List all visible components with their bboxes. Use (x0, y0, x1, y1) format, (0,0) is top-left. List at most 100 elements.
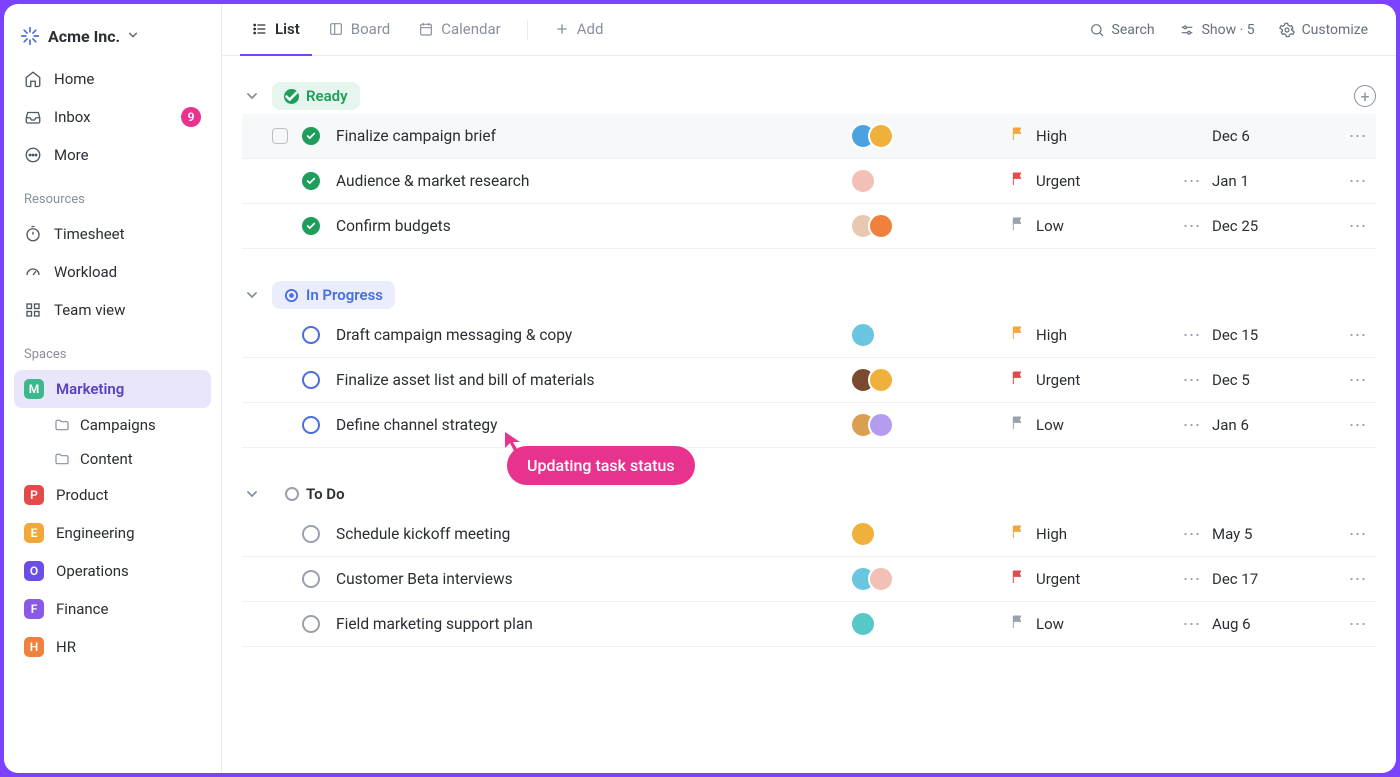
avatar[interactable] (850, 611, 876, 637)
due-cell[interactable]: ⋯ Dec 25 (1180, 216, 1340, 237)
nav-inbox[interactable]: Inbox 9 (14, 98, 211, 136)
task-title[interactable]: Schedule kickoff meeting (336, 525, 850, 543)
assignees[interactable] (850, 123, 1010, 149)
add-task-button[interactable]: + (1354, 85, 1376, 107)
due-cell[interactable]: ⋯ Jan 6 (1180, 415, 1340, 436)
task-row[interactable]: Confirm budgets Low ⋯ Dec 25 ⋯ (242, 204, 1376, 249)
priority-cell[interactable]: Low (1010, 415, 1180, 435)
task-title[interactable]: Finalize campaign brief (336, 127, 850, 145)
row-more-button[interactable]: ⋯ (1340, 569, 1376, 590)
due-cell[interactable]: ⋯ Dec 15 (1180, 325, 1340, 346)
space-item-hr[interactable]: H HR (14, 628, 211, 666)
row-more-button[interactable]: ⋯ (1340, 614, 1376, 635)
task-status-icon[interactable] (302, 570, 320, 588)
row-more-button[interactable]: ⋯ (1340, 370, 1376, 391)
task-status-icon[interactable] (302, 525, 320, 543)
nav-home[interactable]: Home (14, 60, 211, 98)
nav-teamview[interactable]: Team view (14, 291, 211, 329)
assignees[interactable] (850, 367, 1010, 393)
checkbox[interactable] (272, 128, 288, 144)
avatar[interactable] (868, 367, 894, 393)
row-more-button[interactable]: ⋯ (1340, 126, 1376, 147)
view-tab-calendar[interactable]: Calendar (406, 4, 513, 56)
task-status-icon[interactable] (302, 371, 320, 389)
task-status-icon[interactable] (302, 416, 320, 434)
assignees[interactable] (850, 322, 1010, 348)
view-tab-board[interactable]: Board (316, 4, 402, 56)
task-title[interactable]: Field marketing support plan (336, 615, 850, 633)
assignees[interactable] (850, 412, 1010, 438)
space-item-operations[interactable]: O Operations (14, 552, 211, 590)
collapse-icon[interactable] (242, 484, 262, 504)
avatar[interactable] (850, 521, 876, 547)
priority-cell[interactable]: High (1010, 524, 1180, 544)
task-status-icon[interactable] (302, 217, 320, 235)
space-item-product[interactable]: P Product (14, 476, 211, 514)
avatar[interactable] (850, 322, 876, 348)
task-row[interactable]: Define channel strategy Low ⋯ Jan 6 ⋯ (242, 403, 1376, 448)
status-chip[interactable]: To Do (272, 480, 357, 508)
status-chip[interactable]: In Progress (272, 281, 395, 309)
priority-cell[interactable]: Urgent (1010, 569, 1180, 589)
task-title[interactable]: Draft campaign messaging & copy (336, 326, 850, 344)
avatar[interactable] (868, 123, 894, 149)
priority-cell[interactable]: High (1010, 325, 1180, 345)
priority-cell[interactable]: High (1010, 126, 1180, 146)
assignees[interactable] (850, 611, 1010, 637)
collapse-icon[interactable] (242, 285, 262, 305)
avatar[interactable] (868, 566, 894, 592)
task-title[interactable]: Audience & market research (336, 172, 850, 190)
search-action[interactable]: Search (1079, 12, 1165, 48)
status-chip[interactable]: Ready (272, 82, 360, 110)
due-cell[interactable]: ⋯ Dec 17 (1180, 569, 1340, 590)
assignees[interactable] (850, 566, 1010, 592)
workspace-switcher[interactable]: Acme Inc. (14, 18, 211, 60)
due-cell[interactable]: ⋯ Aug 6 (1180, 614, 1340, 635)
priority-cell[interactable]: Urgent (1010, 171, 1180, 191)
row-more-button[interactable]: ⋯ (1340, 415, 1376, 436)
collapse-icon[interactable] (242, 86, 262, 106)
nav-workload[interactable]: Workload (14, 253, 211, 291)
due-cell[interactable]: ⋯ May 5 (1180, 524, 1340, 545)
row-more-button[interactable]: ⋯ (1340, 216, 1376, 237)
task-status-icon[interactable] (302, 172, 320, 190)
avatar[interactable] (850, 168, 876, 194)
task-row[interactable]: Field marketing support plan Low ⋯ Aug 6… (242, 602, 1376, 647)
assignees[interactable] (850, 521, 1010, 547)
task-row[interactable]: Schedule kickoff meeting High ⋯ May 5 ⋯ (242, 512, 1376, 557)
view-add[interactable]: Add (542, 4, 616, 56)
folder-item-campaigns[interactable]: Campaigns (14, 408, 211, 442)
priority-cell[interactable]: Urgent (1010, 370, 1180, 390)
space-item-finance[interactable]: F Finance (14, 590, 211, 628)
due-cell[interactable]: ⋯ Jan 1 (1180, 171, 1340, 192)
priority-cell[interactable]: Low (1010, 216, 1180, 236)
task-status-icon[interactable] (302, 615, 320, 633)
nav-more[interactable]: More (14, 136, 211, 174)
customize-action[interactable]: Customize (1269, 12, 1378, 48)
task-row[interactable]: Finalize asset list and bill of material… (242, 358, 1376, 403)
due-cell[interactable]: ⋯ Dec 5 (1180, 370, 1340, 391)
task-row[interactable]: Finalize campaign brief High Dec 6 ⋯ (242, 114, 1376, 159)
task-row[interactable]: Audience & market research Urgent ⋯ Jan … (242, 159, 1376, 204)
folder-item-content[interactable]: Content (14, 442, 211, 476)
avatar[interactable] (868, 213, 894, 239)
task-status-icon[interactable] (302, 127, 320, 145)
task-row[interactable]: Customer Beta interviews Urgent ⋯ Dec 17… (242, 557, 1376, 602)
avatar[interactable] (868, 412, 894, 438)
nav-timesheet[interactable]: Timesheet (14, 215, 211, 253)
task-title[interactable]: Finalize asset list and bill of material… (336, 371, 850, 389)
assignees[interactable] (850, 168, 1010, 194)
row-more-button[interactable]: ⋯ (1340, 524, 1376, 545)
task-title[interactable]: Confirm budgets (336, 217, 850, 235)
task-title[interactable]: Customer Beta interviews (336, 570, 850, 588)
task-status-icon[interactable] (302, 326, 320, 344)
view-tab-list[interactable]: List (240, 4, 312, 56)
priority-cell[interactable]: Low (1010, 614, 1180, 634)
due-cell[interactable]: Dec 6 (1180, 127, 1340, 145)
row-more-button[interactable]: ⋯ (1340, 325, 1376, 346)
row-more-button[interactable]: ⋯ (1340, 171, 1376, 192)
space-item-marketing[interactable]: M Marketing (14, 370, 211, 408)
space-item-engineering[interactable]: E Engineering (14, 514, 211, 552)
show-action[interactable]: Show · 5 (1169, 12, 1265, 48)
task-title[interactable]: Define channel strategy (336, 416, 850, 434)
